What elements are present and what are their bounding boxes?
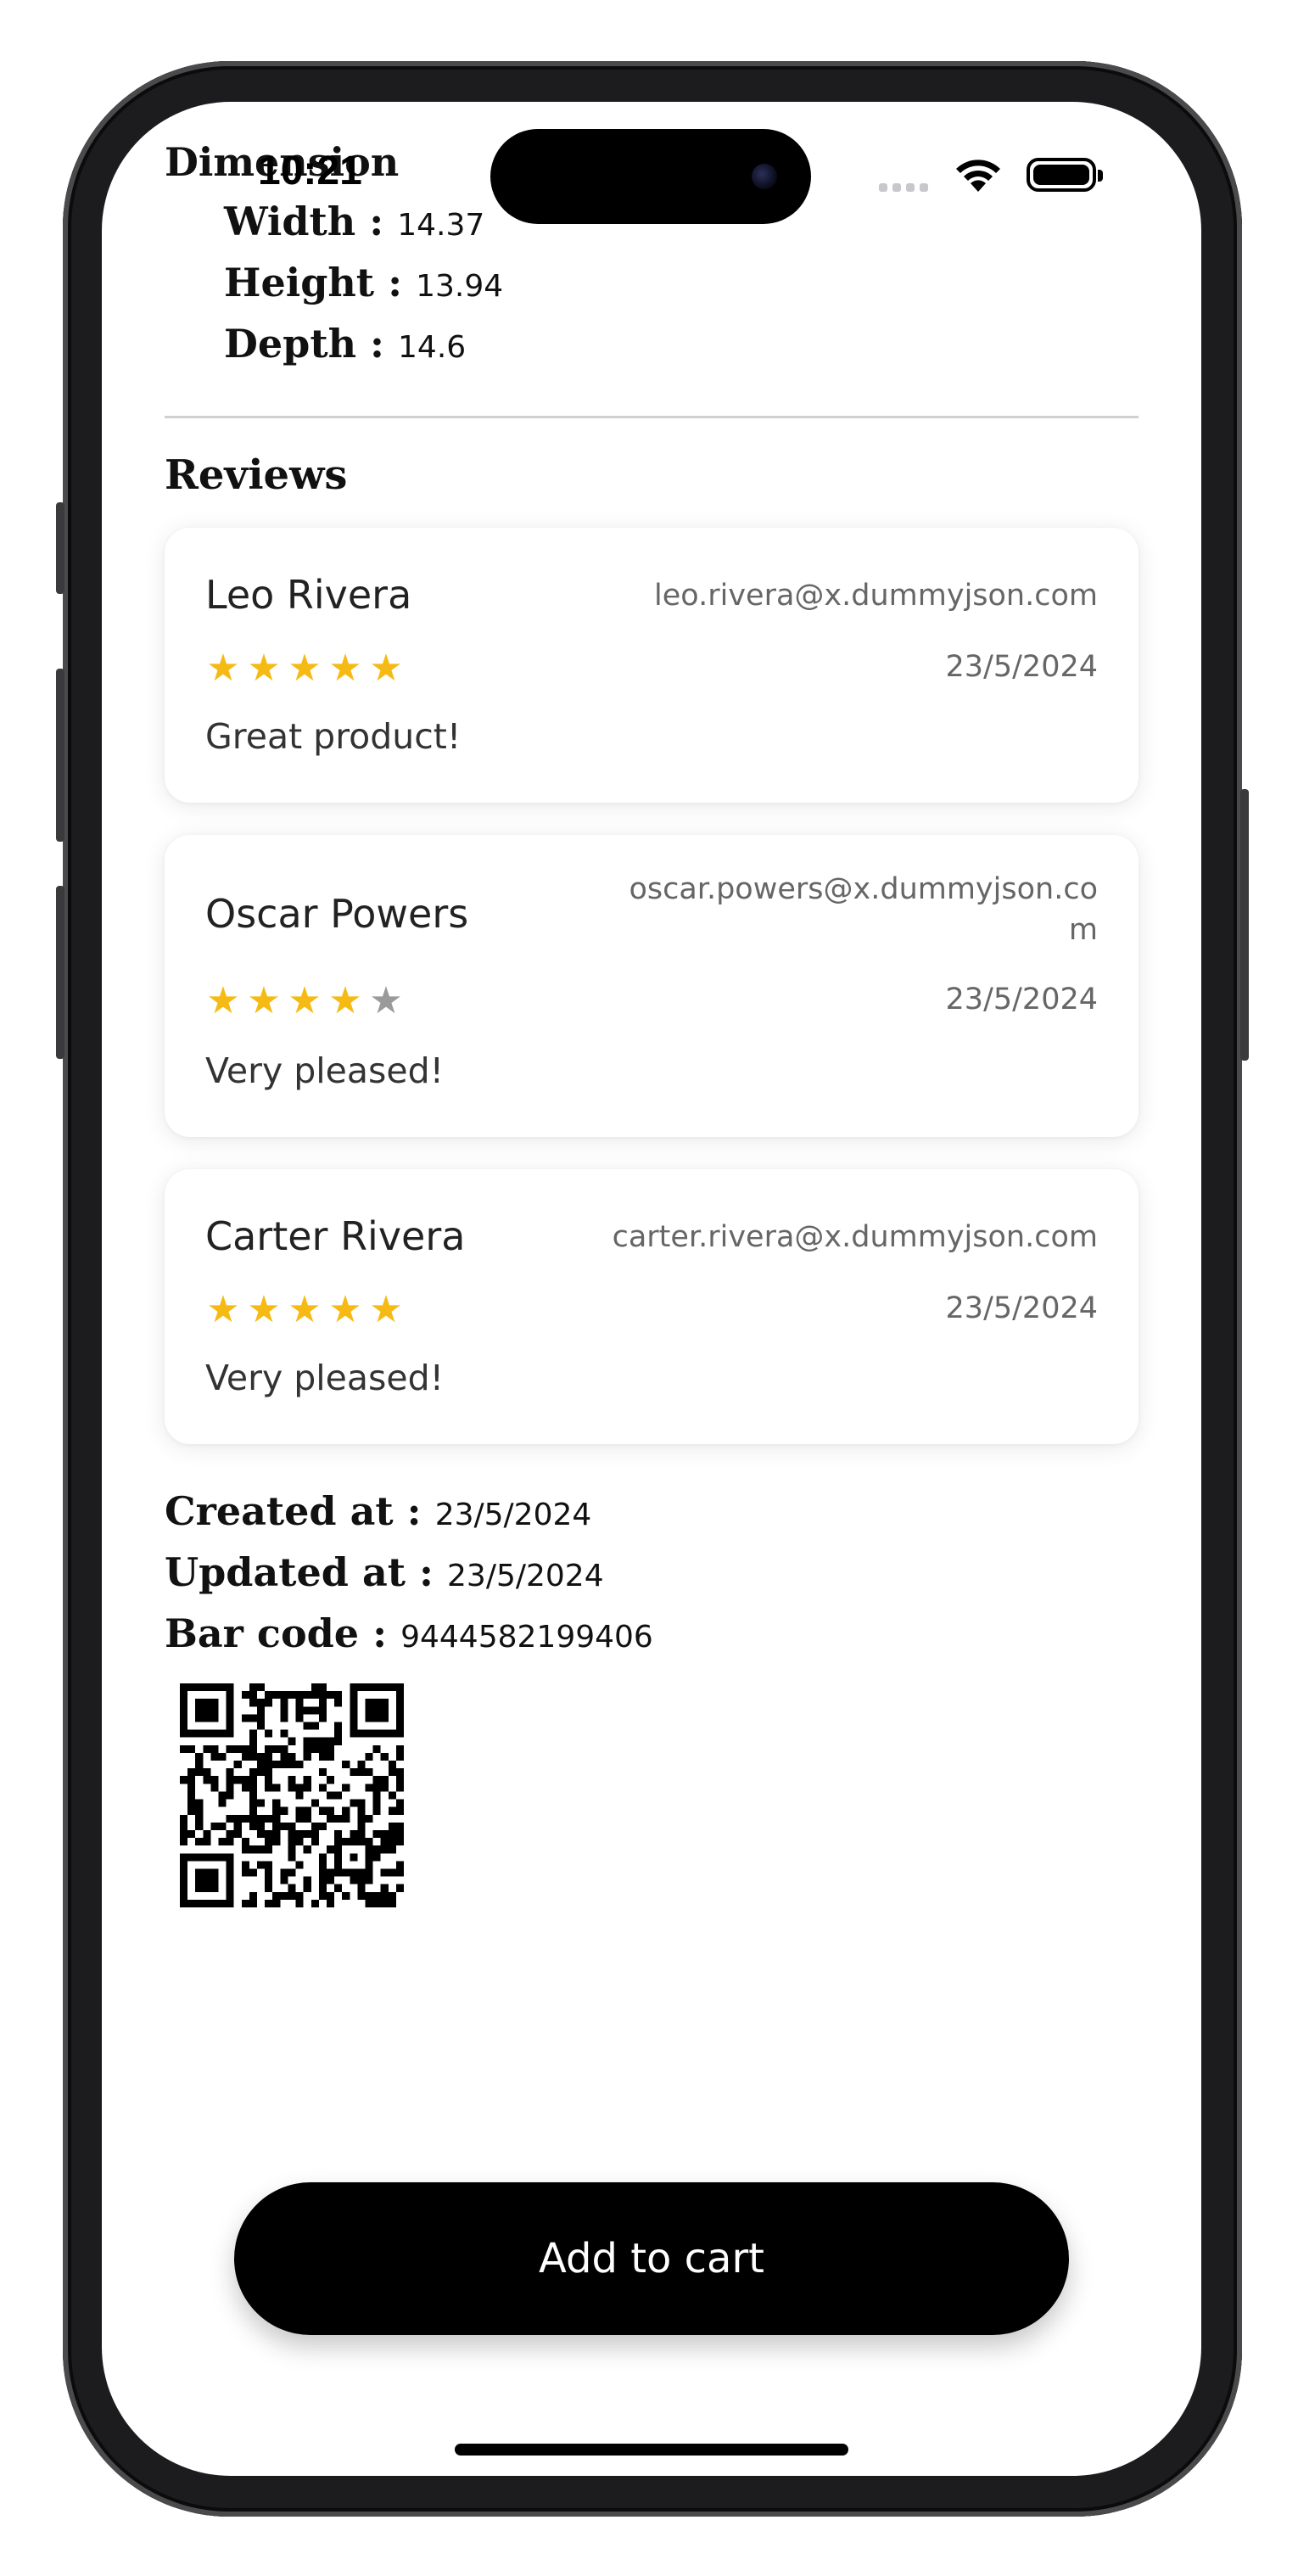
height-value: 13.94 xyxy=(416,269,504,304)
created-at-label: Created at : xyxy=(165,1488,422,1534)
star-filled-icon: ★ xyxy=(206,979,240,1022)
reviewer-email-line: oscar.powers@x.dummyjson.co xyxy=(629,872,1098,906)
updated-at-value: 23/5/2024 xyxy=(447,1559,604,1593)
star-rating: ★ ★ ★ ★ ★ xyxy=(205,983,404,1020)
reviewer-email: carter.rivera@x.dummyjson.com xyxy=(612,1220,1098,1254)
depth-label: Depth : xyxy=(224,321,385,367)
height-row: Height : 13.94 xyxy=(224,260,503,305)
reviewer-name: Oscar Powers xyxy=(205,891,469,937)
star-filled-icon: ★ xyxy=(247,979,281,1022)
signal-icon xyxy=(879,183,928,192)
star-filled-icon: ★ xyxy=(206,1288,240,1331)
created-at-row: Created at : 23/5/2024 xyxy=(165,1488,591,1534)
star-rating: ★ ★ ★ ★ ★ xyxy=(205,1291,404,1329)
updated-at-label: Updated at : xyxy=(165,1549,434,1595)
wifi-icon xyxy=(956,160,1000,192)
volume-down-button xyxy=(56,886,64,1059)
reviewer-email: oscar.powers@x.dummyjson.co m xyxy=(629,872,1098,947)
camera-icon xyxy=(752,164,777,189)
dynamic-island xyxy=(490,129,811,224)
action-button xyxy=(56,502,64,594)
reviewer-email-line: m xyxy=(1068,913,1098,947)
star-filled-icon: ★ xyxy=(369,647,403,690)
review-card: Oscar Powers oscar.powers@x.dummyjson.co… xyxy=(165,835,1139,1137)
review-comment: Very pleased! xyxy=(205,1358,445,1398)
star-filled-icon: ★ xyxy=(369,1288,403,1331)
power-button xyxy=(1240,789,1249,1061)
add-to-cart-button[interactable]: Add to cart xyxy=(234,2182,1069,2335)
width-label: Width : xyxy=(224,199,384,244)
depth-value: 14.6 xyxy=(398,330,467,365)
star-filled-icon: ★ xyxy=(247,647,281,690)
star-filled-icon: ★ xyxy=(206,647,240,690)
height-label: Height : xyxy=(224,260,403,305)
star-filled-icon: ★ xyxy=(288,1288,322,1331)
phone-frame: Dimension Width : 14.37 Height : 13.94 D… xyxy=(56,61,1249,2517)
battery-icon xyxy=(1027,158,1103,192)
barcode-value: 9444582199406 xyxy=(400,1620,653,1655)
reviewer-name: Carter Rivera xyxy=(205,1213,466,1259)
width-row: Width : 14.37 xyxy=(224,199,484,244)
barcode-row: Bar code : 9444582199406 xyxy=(165,1610,653,1656)
review-date: 23/5/2024 xyxy=(945,1291,1098,1325)
star-filled-icon: ★ xyxy=(288,647,322,690)
depth-row: Depth : 14.6 xyxy=(224,321,466,367)
review-date: 23/5/2024 xyxy=(945,983,1098,1016)
volume-up-button xyxy=(56,669,64,842)
star-filled-icon: ★ xyxy=(288,979,322,1022)
review-card: Carter Rivera carter.rivera@x.dummyjson.… xyxy=(165,1169,1139,1444)
reviewer-name: Leo Rivera xyxy=(205,572,412,618)
star-filled-icon: ★ xyxy=(328,647,362,690)
star-filled-icon: ★ xyxy=(328,1288,362,1331)
qr-code-image xyxy=(180,1683,404,1907)
review-date: 23/5/2024 xyxy=(945,650,1098,684)
star-filled-icon: ★ xyxy=(328,979,362,1022)
reviews-heading: Reviews xyxy=(165,451,348,499)
updated-at-row: Updated at : 23/5/2024 xyxy=(165,1549,604,1595)
status-time: 10:21 xyxy=(258,148,362,193)
review-comment: Very pleased! xyxy=(205,1050,445,1091)
review-comment: Great product! xyxy=(205,716,462,757)
star-empty-icon: ★ xyxy=(369,979,403,1022)
star-filled-icon: ★ xyxy=(247,1288,281,1331)
review-card: Leo Rivera leo.rivera@x.dummyjson.com ★ ★… xyxy=(165,528,1139,803)
star-rating: ★ ★ ★ ★ ★ xyxy=(205,650,404,687)
width-value: 14.37 xyxy=(397,208,485,243)
section-divider xyxy=(165,416,1139,418)
screen: Dimension Width : 14.37 Height : 13.94 D… xyxy=(102,102,1201,2476)
created-at-value: 23/5/2024 xyxy=(434,1498,592,1532)
home-indicator xyxy=(455,2444,848,2456)
barcode-label: Bar code : xyxy=(165,1610,388,1656)
reviewer-email: leo.rivera@x.dummyjson.com xyxy=(654,579,1098,613)
